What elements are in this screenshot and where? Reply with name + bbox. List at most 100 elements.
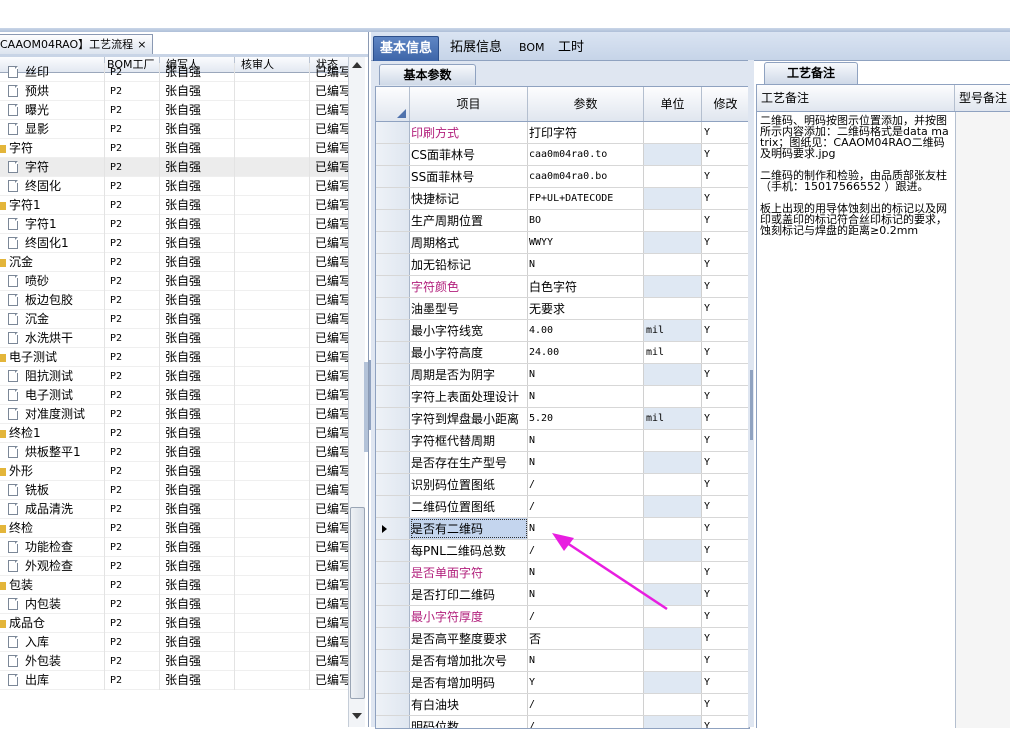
unit-cell[interactable] xyxy=(644,716,702,728)
table-row[interactable]: 水洗烘干 P2 张自强 已编写 xyxy=(0,329,350,348)
table-row[interactable]: SS面菲林号 caa0m04ra0.bo Y xyxy=(376,166,749,188)
table-row[interactable]: 显影 P2 张自强 已编写 xyxy=(0,120,350,139)
row-indicator[interactable] xyxy=(376,320,410,341)
table-row[interactable]: 外形 P2 张自强 已编写 xyxy=(0,462,350,481)
table-row[interactable]: 入库 P2 张自强 已编写 xyxy=(0,633,350,652)
item-cell[interactable]: 字符框代替周期 xyxy=(410,430,528,451)
row-indicator[interactable] xyxy=(376,496,410,517)
row-indicator[interactable] xyxy=(376,166,410,187)
tree-node-name[interactable]: 沉金 xyxy=(0,310,105,329)
row-indicator[interactable] xyxy=(376,694,410,715)
table-row[interactable]: 电子测试 P2 张自强 已编写 xyxy=(0,386,350,405)
tree-node-name[interactable]: 终检1 xyxy=(0,424,105,443)
param-cell[interactable]: caa0m04ra0.to xyxy=(528,144,644,165)
item-cell[interactable]: 印刷方式 xyxy=(410,122,528,143)
row-indicator[interactable] xyxy=(376,144,410,165)
table-row[interactable]: 预烘 P2 张自强 已编写 xyxy=(0,82,350,101)
table-row[interactable]: 字符颜色 白色字符 Y xyxy=(376,276,749,298)
table-row[interactable]: 终检 P2 张自强 已编写 xyxy=(0,519,350,538)
param-cell[interactable]: N xyxy=(528,650,644,671)
row-indicator[interactable] xyxy=(376,342,410,363)
table-row[interactable]: 板边包胶 P2 张自强 已编写 xyxy=(0,291,350,310)
unit-cell[interactable] xyxy=(644,298,702,319)
modify-cell[interactable]: Y xyxy=(702,232,749,253)
tree-node-name[interactable]: 电子测试 xyxy=(0,386,105,405)
unit-cell[interactable] xyxy=(644,474,702,495)
item-cell[interactable]: 每PNL二维码总数 xyxy=(410,540,528,561)
scroll-up-icon[interactable] xyxy=(352,62,362,68)
modify-cell[interactable]: Y xyxy=(702,650,749,671)
tree-node-name[interactable]: 成品仓 xyxy=(0,614,105,633)
item-cell[interactable]: 是否单面字符 xyxy=(410,562,528,583)
unit-cell[interactable] xyxy=(644,276,702,297)
tree-node-name[interactable]: 出库 xyxy=(0,671,105,690)
row-indicator[interactable] xyxy=(376,188,410,209)
modify-cell[interactable]: Y xyxy=(702,408,749,429)
item-cell[interactable]: 明码位数 xyxy=(410,716,528,728)
item-cell[interactable]: 识别码位置图纸 xyxy=(410,474,528,495)
table-row[interactable]: 曝光 P2 张自强 已编写 xyxy=(0,101,350,120)
param-cell[interactable]: 无要求 xyxy=(528,298,644,319)
param-cell[interactable]: FP+UL+DATECODE xyxy=(528,188,644,209)
modify-cell[interactable]: Y xyxy=(702,562,749,583)
col-header-craft-notes[interactable]: 工艺备注 xyxy=(757,85,955,111)
row-indicator[interactable] xyxy=(376,562,410,583)
tab-extended-info[interactable]: 拓展信息 xyxy=(444,36,508,60)
table-row[interactable]: 终固化 P2 张自强 已编写 xyxy=(0,177,350,196)
table-row[interactable]: 明码位数 / Y xyxy=(376,716,749,728)
modify-cell[interactable]: Y xyxy=(702,518,749,539)
item-cell[interactable]: 字符上表面处理设计 xyxy=(410,386,528,407)
table-row[interactable]: 电子测试 P2 张自强 已编写 xyxy=(0,348,350,367)
modify-cell[interactable]: Y xyxy=(702,474,749,495)
modify-cell[interactable]: Y xyxy=(702,430,749,451)
table-row[interactable]: 油墨型号 无要求 Y xyxy=(376,298,749,320)
table-row[interactable]: 字符到焊盘最小距离 5.20 mil Y xyxy=(376,408,749,430)
unit-cell[interactable] xyxy=(644,496,702,517)
scrollbar-thumb[interactable] xyxy=(350,507,365,699)
tree-node-name[interactable]: 功能检查 xyxy=(0,538,105,557)
tree-node-name[interactable]: 阻抗测试 xyxy=(0,367,105,386)
tree-node-name[interactable]: 喷砂 xyxy=(0,272,105,291)
middle-splitter-grip[interactable] xyxy=(750,370,753,440)
row-indicator[interactable] xyxy=(376,518,410,539)
row-indicator[interactable] xyxy=(376,452,410,473)
modify-cell[interactable]: Y xyxy=(702,210,749,231)
param-cell[interactable]: 4.00 xyxy=(528,320,644,341)
tab-bom[interactable]: BOM xyxy=(513,36,551,60)
unit-cell[interactable] xyxy=(644,188,702,209)
grid-corner[interactable] xyxy=(376,87,410,121)
table-row[interactable]: 有白油块 / Y xyxy=(376,694,749,716)
item-cell[interactable]: 是否存在生产型号 xyxy=(410,452,528,473)
tree-node-name[interactable]: 丝印 xyxy=(0,63,105,82)
modify-cell[interactable]: Y xyxy=(702,188,749,209)
param-cell[interactable]: Y xyxy=(528,672,644,693)
left-collapse-handle[interactable] xyxy=(364,362,368,452)
row-indicator[interactable] xyxy=(376,650,410,671)
scroll-down-icon[interactable] xyxy=(352,713,362,719)
item-cell[interactable]: SS面菲林号 xyxy=(410,166,528,187)
tree-node-name[interactable]: 终固化1 xyxy=(0,234,105,253)
table-row[interactable]: 是否高平整度要求否 Y xyxy=(376,628,749,650)
item-cell[interactable]: 字符到焊盘最小距离 xyxy=(410,408,528,429)
close-icon[interactable]: × xyxy=(137,35,146,54)
unit-cell[interactable] xyxy=(644,166,702,187)
item-cell[interactable]: 油墨型号 xyxy=(410,298,528,319)
item-cell[interactable]: 周期是否为阴字 xyxy=(410,364,528,385)
tree-node-name[interactable]: 外形 xyxy=(0,462,105,481)
tree-node-name[interactable]: 曝光 xyxy=(0,101,105,120)
table-row[interactable]: CS面菲林号 caa0m04ra0.to Y xyxy=(376,144,749,166)
unit-cell[interactable] xyxy=(644,144,702,165)
table-row[interactable]: 成品清洗 P2 张自强 已编写 xyxy=(0,500,350,519)
item-cell[interactable]: 最小字符厚度 xyxy=(410,606,528,627)
col-header-modify[interactable]: 修改 xyxy=(702,87,749,121)
table-row[interactable]: 字符1 P2 张自强 已编写 xyxy=(0,215,350,234)
table-row[interactable]: 最小字符线宽 4.00 mil Y xyxy=(376,320,749,342)
tree-node-name[interactable]: 外观检查 xyxy=(0,557,105,576)
param-cell[interactable]: N xyxy=(528,452,644,473)
tree-node-name[interactable]: 外包装 xyxy=(0,652,105,671)
unit-cell[interactable] xyxy=(644,694,702,715)
unit-cell[interactable] xyxy=(644,430,702,451)
param-cell[interactable]: N xyxy=(528,386,644,407)
table-row[interactable]: 周期格式 WWYY Y xyxy=(376,232,749,254)
param-cell[interactable]: N xyxy=(528,364,644,385)
